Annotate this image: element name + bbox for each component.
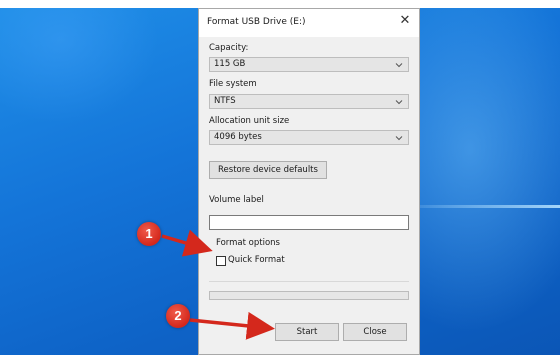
- filesystem-value: NTFS: [214, 96, 236, 106]
- quick-format-label[interactable]: Quick Format: [228, 255, 285, 265]
- filesystem-select[interactable]: NTFS: [209, 94, 409, 109]
- volume-label-input[interactable]: [209, 215, 409, 230]
- capacity-label: Capacity:: [209, 43, 249, 53]
- format-dialog: Format USB Drive (E:) ✕ Capacity: 115 GB…: [198, 8, 420, 355]
- step-1-marker: 1: [137, 222, 161, 246]
- format-options-label: Format options: [216, 238, 280, 248]
- chevron-down-icon: [395, 136, 403, 141]
- allocation-value: 4096 bytes: [214, 132, 262, 142]
- volume-label: Volume label: [209, 195, 264, 205]
- capacity-select[interactable]: 115 GB: [209, 57, 409, 72]
- format-progress-bar: [209, 291, 409, 300]
- close-button[interactable]: Close: [343, 323, 407, 341]
- start-button[interactable]: Start: [275, 323, 339, 341]
- top-edge: [0, 0, 560, 8]
- close-icon[interactable]: ✕: [397, 13, 413, 29]
- chevron-down-icon: [395, 63, 403, 68]
- step-2-marker: 2: [166, 304, 190, 328]
- allocation-label: Allocation unit size: [209, 116, 290, 126]
- dialog-title: Format USB Drive (E:): [207, 17, 306, 27]
- filesystem-label: File system: [209, 79, 257, 89]
- chevron-down-icon: [395, 100, 403, 105]
- quick-format-checkbox[interactable]: [216, 256, 226, 266]
- dialog-titlebar: Format USB Drive (E:) ✕: [199, 9, 419, 37]
- allocation-select[interactable]: 4096 bytes: [209, 130, 409, 145]
- capacity-value: 115 GB: [214, 59, 246, 69]
- divider: [209, 281, 409, 282]
- restore-defaults-button[interactable]: Restore device defaults: [209, 161, 327, 179]
